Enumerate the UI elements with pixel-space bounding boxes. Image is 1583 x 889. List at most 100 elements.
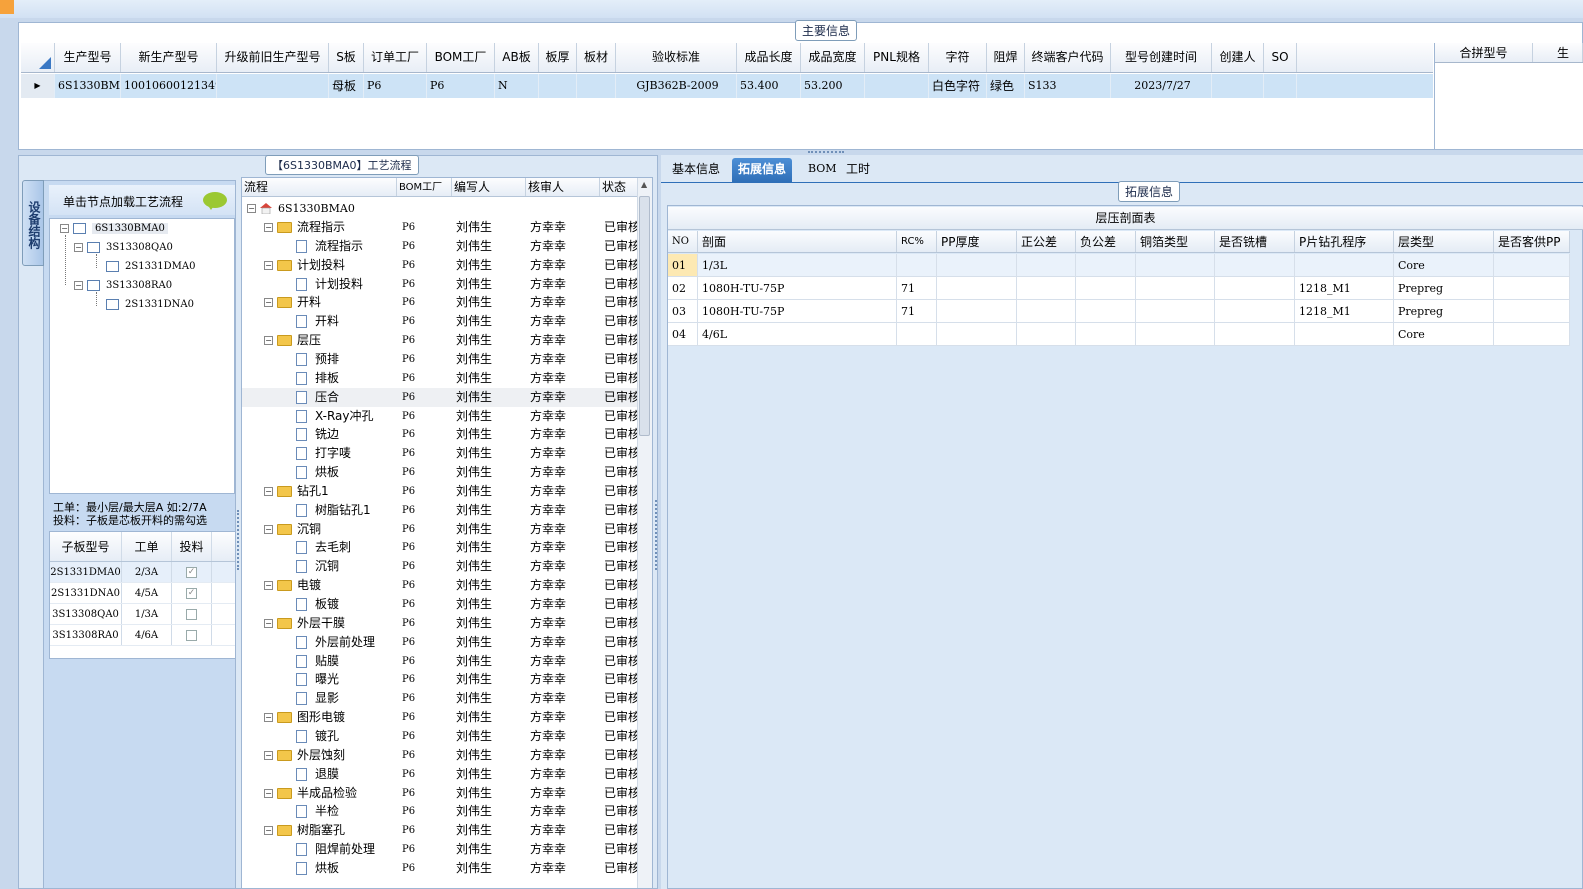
bom-factory-cell[interactable]: P6 [397, 670, 452, 689]
cell[interactable] [1494, 323, 1570, 345]
cell[interactable]: Core [1394, 323, 1494, 345]
flow-group-row[interactable]: − 开料 P6 刘伟生 方幸幸 已审核 [242, 293, 640, 312]
bom-factory-cell[interactable]: P6 [397, 237, 452, 256]
cell[interactable]: 4/5A [122, 583, 172, 603]
cell[interactable] [937, 277, 1017, 299]
flow-step-row[interactable]: 镀孔 P6 刘伟生 方幸幸 已审核 [242, 727, 640, 746]
writer-cell[interactable]: 刘伟生 [452, 407, 526, 426]
cell[interactable]: 1218_M1 [1295, 300, 1394, 322]
cell[interactable]: N [495, 74, 539, 98]
collapse-icon[interactable]: − [264, 298, 273, 308]
writer-cell[interactable]: 刘伟生 [452, 350, 526, 369]
cell[interactable] [1212, 74, 1264, 98]
writer-cell[interactable]: 刘伟生 [452, 444, 526, 463]
flow-step-row[interactable]: 铣边 P6 刘伟生 方幸幸 已审核 [242, 425, 640, 444]
flow-group-row[interactable]: − 外层蚀刻 P6 刘伟生 方幸幸 已审核 [242, 746, 640, 765]
writer-cell[interactable]: 刘伟生 [452, 482, 526, 501]
collapse-icon[interactable]: − [264, 788, 273, 798]
auditor-cell[interactable]: 方幸幸 [526, 350, 600, 369]
cell[interactable]: 71 [897, 300, 937, 322]
auditor-cell[interactable]: 方幸幸 [526, 482, 600, 501]
auditor-cell[interactable]: 方幸幸 [526, 275, 600, 294]
collapse-icon[interactable]: − [264, 618, 273, 628]
status-cell[interactable]: 已审核 [600, 444, 640, 463]
col-header[interactable]: AB板 [495, 43, 539, 72]
status-cell[interactable]: 已审核 [600, 595, 640, 614]
collapse-icon[interactable]: − [264, 826, 273, 836]
feed-checkbox[interactable] [186, 630, 197, 641]
col-header[interactable]: S板 [329, 43, 364, 72]
col-header[interactable]: 编写人 [452, 178, 526, 196]
collapse-icon[interactable]: − [264, 713, 273, 723]
auditor-cell[interactable]: 方幸幸 [526, 576, 600, 595]
cell[interactable] [1264, 74, 1297, 98]
status-cell[interactable]: 已审核 [600, 614, 640, 633]
col-header[interactable]: RC% [897, 231, 937, 252]
table-row[interactable]: 02 1080H-TU-75P 71 1218_M1 Prepreg [668, 277, 1570, 300]
cell[interactable] [217, 74, 329, 98]
auditor-cell[interactable]: 方幸幸 [526, 670, 600, 689]
collapse-icon[interactable]: − [74, 281, 83, 290]
writer-cell[interactable]: 刘伟生 [452, 840, 526, 859]
table-row[interactable]: 04 4/6L Core [668, 323, 1570, 346]
cell[interactable]: 白色字符 [929, 74, 987, 98]
auditor-cell[interactable]: 方幸幸 [526, 218, 600, 237]
cell[interactable]: 3S13308RA0 [50, 625, 122, 645]
col-header[interactable]: 终端客户代码 [1025, 43, 1111, 72]
collapse-icon[interactable]: − [264, 336, 273, 346]
writer-cell[interactable]: 刘伟生 [452, 275, 526, 294]
auditor-cell[interactable]: 方幸幸 [526, 520, 600, 539]
collapse-icon[interactable]: − [60, 224, 69, 233]
writer-cell[interactable]: 刘伟生 [452, 614, 526, 633]
auditor-cell[interactable]: 方幸幸 [526, 407, 600, 426]
bom-factory-cell[interactable]: P6 [397, 727, 452, 746]
tab-basic-info[interactable]: 基本信息 [666, 158, 726, 182]
cell[interactable] [1136, 277, 1215, 299]
auditor-cell[interactable]: 方幸幸 [526, 293, 600, 312]
status-cell[interactable]: 已审核 [600, 821, 640, 840]
scroll-up-icon[interactable]: ▲ [641, 180, 647, 189]
bom-factory-cell[interactable]: P6 [397, 275, 452, 294]
auditor-cell[interactable]: 方幸幸 [526, 444, 600, 463]
bom-factory-cell[interactable]: P6 [397, 765, 452, 784]
bom-factory-cell[interactable]: P6 [397, 689, 452, 708]
cell[interactable]: 2/3A [122, 562, 172, 582]
cell[interactable] [1494, 300, 1570, 322]
collapse-icon[interactable]: − [264, 486, 273, 496]
flow-root[interactable]: −6S1330BMA0 [242, 199, 640, 218]
status-cell[interactable]: 已审核 [600, 859, 640, 878]
auditor-cell[interactable]: 方幸幸 [526, 840, 600, 859]
auditor-cell[interactable]: 方幸幸 [526, 425, 600, 444]
writer-cell[interactable]: 刘伟生 [452, 802, 526, 821]
bom-factory-cell[interactable]: P6 [397, 821, 452, 840]
col-header[interactable]: 铜箔类型 [1136, 231, 1215, 252]
cell[interactable]: GJB362B-2009 [616, 74, 737, 98]
bom-factory-cell[interactable]: P6 [397, 256, 452, 275]
status-cell[interactable]: 已审核 [600, 784, 640, 803]
auditor-cell[interactable]: 方幸幸 [526, 633, 600, 652]
flow-step-row[interactable]: 树脂钻孔1 P6 刘伟生 方幸幸 已审核 [242, 501, 640, 520]
flow-step-row[interactable]: 计划投料 P6 刘伟生 方幸幸 已审核 [242, 275, 640, 294]
flow-step-row[interactable]: 曝光 P6 刘伟生 方幸幸 已审核 [242, 670, 640, 689]
tree-node[interactable]: −3S13308RA0 [74, 280, 172, 291]
status-cell[interactable]: 已审核 [600, 293, 640, 312]
auditor-cell[interactable]: 方幸幸 [526, 595, 600, 614]
flow-step-row[interactable]: 沉铜 P6 刘伟生 方幸幸 已审核 [242, 557, 640, 576]
auditor-cell[interactable]: 方幸幸 [526, 859, 600, 878]
bom-factory-cell[interactable]: P6 [397, 463, 452, 482]
bom-factory-cell[interactable]: P6 [397, 293, 452, 312]
bom-factory-cell[interactable]: P6 [397, 520, 452, 539]
flow-step-row[interactable]: 外层前处理 P6 刘伟生 方幸幸 已审核 [242, 633, 640, 652]
flow-group-row[interactable]: − 图形电镀 P6 刘伟生 方幸幸 已审核 [242, 708, 640, 727]
table-row[interactable]: ▶ 6S1330BMA0 10010600121349 母板 P6 P6 N G… [21, 74, 1433, 98]
bom-factory-cell[interactable]: P6 [397, 388, 452, 407]
collapse-icon[interactable]: − [74, 243, 83, 252]
cell[interactable]: P6 [364, 74, 427, 98]
flow-step-row[interactable]: 阻焊前处理 P6 刘伟生 方幸幸 已审核 [242, 840, 640, 859]
col-header[interactable]: BOM工厂 [427, 43, 495, 72]
cell[interactable] [1215, 254, 1295, 276]
status-cell[interactable]: 已审核 [600, 482, 640, 501]
cell[interactable]: 71 [897, 277, 937, 299]
cell[interactable] [1494, 254, 1570, 276]
bom-factory-cell[interactable]: P6 [397, 218, 452, 237]
